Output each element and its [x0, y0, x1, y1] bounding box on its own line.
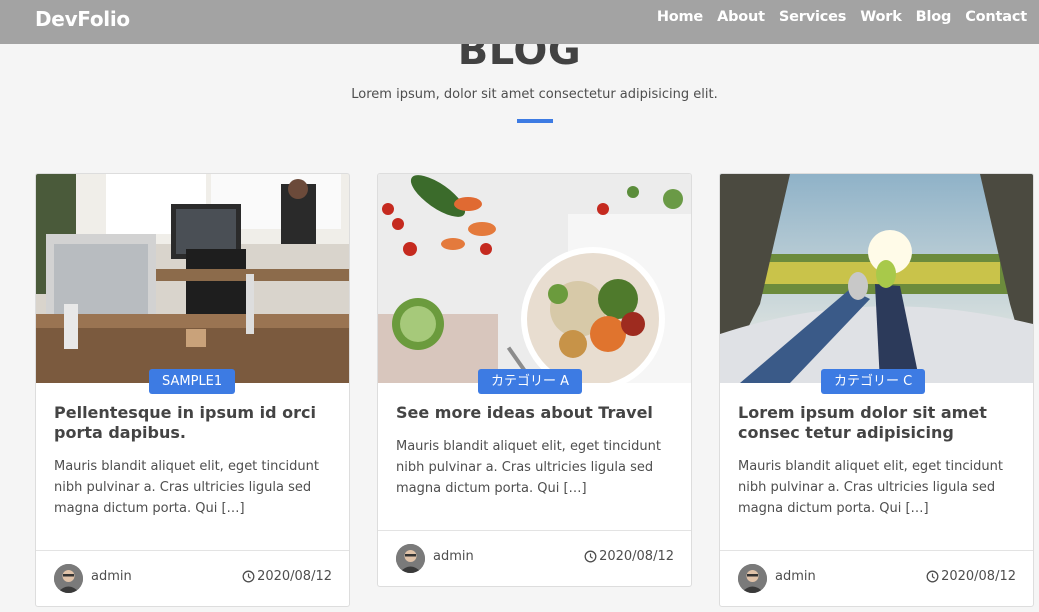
food-bowl-image: [378, 174, 691, 383]
card-footer: admin 2020/08/12: [720, 550, 1033, 606]
tent-view-image: [720, 174, 1033, 383]
clock-icon: [584, 550, 597, 563]
author-avatar: [396, 544, 425, 573]
nav-about-link[interactable]: About: [717, 9, 765, 25]
section-divider: [517, 119, 553, 123]
blog-card[interactable]: SAMPLE1 Pellentesque in ipsum id orci po…: [35, 173, 350, 607]
brand-logo[interactable]: DevFolio: [35, 7, 130, 31]
author-name[interactable]: admin: [775, 569, 816, 584]
author-avatar: [738, 564, 767, 593]
clock-icon: [242, 570, 255, 583]
nav-services-link[interactable]: Services: [779, 9, 847, 25]
avatar-icon: [738, 564, 767, 593]
nav-blog-link[interactable]: Blog: [916, 9, 952, 25]
category-badge[interactable]: カテゴリー A: [478, 369, 583, 394]
blog-card[interactable]: カテゴリー C Lorem ipsum dolor sit amet conse…: [719, 173, 1034, 607]
author-name[interactable]: admin: [433, 549, 474, 564]
author-name[interactable]: admin: [91, 569, 132, 584]
post-date-text: 2020/08/12: [599, 549, 674, 564]
post-thumbnail[interactable]: [378, 174, 691, 383]
post-excerpt: Mauris blandit aliquet elit, eget tincid…: [396, 439, 661, 496]
post-date: 2020/08/12: [584, 549, 674, 564]
post-date: 2020/08/12: [242, 569, 332, 584]
post-date-text: 2020/08/12: [941, 569, 1016, 584]
post-title[interactable]: Pellentesque in ipsum id orci porta dapi…: [54, 403, 340, 443]
post-excerpt: Mauris blandit aliquet elit, eget tincid…: [54, 459, 319, 516]
category-badge[interactable]: カテゴリー C: [821, 369, 926, 394]
nav-contact-link[interactable]: Contact: [965, 9, 1027, 25]
post-thumbnail[interactable]: [720, 174, 1033, 383]
post-title[interactable]: See more ideas about Travel: [396, 403, 682, 423]
section-subtitle: Lorem ipsum, dolor sit amet consectetur …: [351, 87, 718, 102]
category-badge[interactable]: SAMPLE1: [149, 369, 236, 394]
post-excerpt: Mauris blandit aliquet elit, eget tincid…: [738, 459, 1003, 516]
post-date-text: 2020/08/12: [257, 569, 332, 584]
office-desk-image: [36, 174, 349, 383]
nav-work-link[interactable]: Work: [860, 9, 902, 25]
author-avatar: [54, 564, 83, 593]
post-title[interactable]: Lorem ipsum dolor sit amet consec tetur …: [738, 403, 1024, 443]
clock-icon: [926, 570, 939, 583]
top-navbar: DevFolio Home About Services Work Blog C…: [0, 0, 1039, 44]
post-thumbnail[interactable]: [36, 174, 349, 383]
avatar-icon: [54, 564, 83, 593]
blog-card[interactable]: カテゴリー A See more ideas about Travel Maur…: [377, 173, 692, 587]
nav-home-link[interactable]: Home: [657, 9, 703, 25]
main-nav: Home About Services Work Blog Contact: [657, 9, 1027, 25]
card-footer: admin 2020/08/12: [378, 530, 691, 586]
avatar-icon: [396, 544, 425, 573]
card-footer: admin 2020/08/12: [36, 550, 349, 606]
post-date: 2020/08/12: [926, 569, 1016, 584]
